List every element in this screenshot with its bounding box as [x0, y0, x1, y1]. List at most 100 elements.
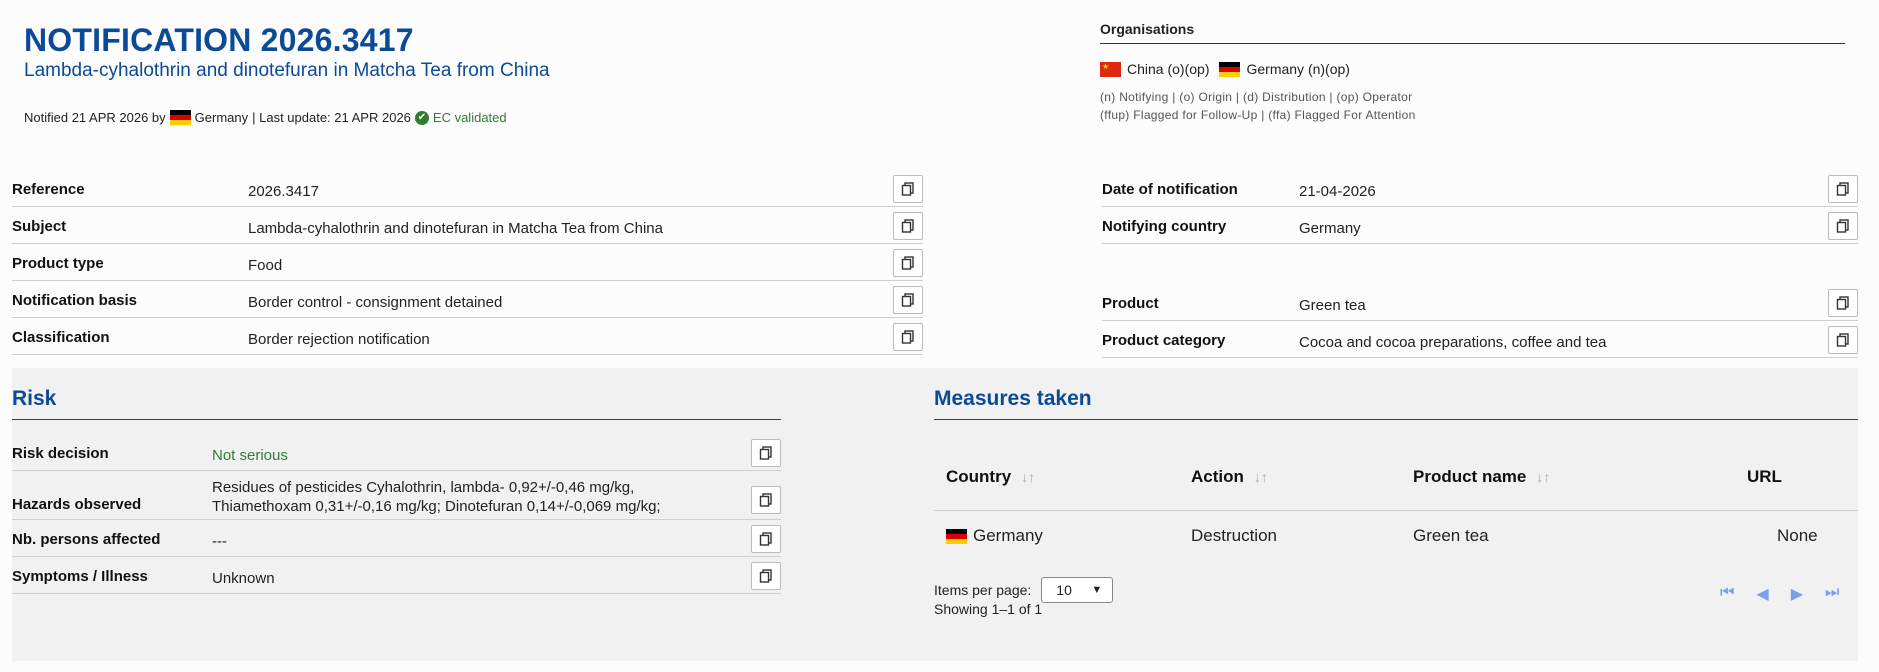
table-header-divider	[934, 510, 1858, 511]
first-page-icon[interactable]: ⏮	[1720, 584, 1734, 604]
column-header-action[interactable]: Action ↓↑	[1191, 467, 1268, 487]
copy-button[interactable]	[751, 486, 781, 514]
copy-icon	[1836, 333, 1849, 347]
copy-icon	[901, 330, 914, 344]
risk-value-line1: Residues of pesticides Cyhalothrin, lamb…	[212, 479, 635, 496]
column-header-country[interactable]: Country ↓↑	[946, 467, 1035, 487]
sort-icon: ↓↑	[1536, 469, 1551, 485]
copy-button[interactable]	[893, 286, 923, 314]
organisations-list: China (o)(op) Germany (n)(op)	[1100, 61, 1350, 77]
measures-section-title: Measures taken	[934, 387, 1858, 420]
copy-button[interactable]	[751, 562, 781, 590]
ec-validated-badge: ✔ EC validated	[414, 110, 507, 125]
risk-row-persons-affected: Nb. persons affected ---	[12, 520, 781, 557]
detail-value: Lambda-cyhalothrin and dinotefuran in Ma…	[248, 220, 663, 237]
detail-label: Subject	[12, 218, 67, 235]
risk-row-decision: Risk decision Not serious	[12, 434, 781, 471]
previous-page-icon[interactable]: ◀	[1756, 584, 1768, 604]
page-subtitle: Lambda-cyhalothrin and dinotefuran in Ma…	[24, 60, 550, 81]
detail-label: Notifying country	[1102, 218, 1227, 235]
detail-value: Border control - consignment detained	[248, 294, 503, 311]
copy-icon	[1836, 296, 1849, 310]
copy-button[interactable]	[893, 249, 923, 277]
copy-button[interactable]	[1828, 326, 1858, 354]
detail-value: Food	[248, 257, 283, 274]
notified-text: Notified 21 APR 2026 by	[24, 110, 166, 125]
risk-value: ---	[212, 533, 227, 550]
flag-china-icon	[1100, 61, 1121, 77]
table-cell-url: None	[1777, 526, 1818, 545]
copy-icon	[759, 493, 772, 507]
items-per-page-value: 10	[1056, 582, 1072, 598]
column-header-product-name[interactable]: Product name ↓↑	[1413, 467, 1550, 487]
column-header-label: Product name	[1413, 467, 1527, 486]
flag-germany-icon	[1219, 61, 1241, 77]
detail-value: Cocoa and cocoa preparations, coffee and…	[1299, 334, 1607, 351]
risk-value: Not serious	[212, 447, 288, 464]
detail-value: 2026.3417	[248, 183, 319, 200]
chevron-down-icon: ▼	[1091, 584, 1103, 596]
detail-label: Product type	[12, 255, 104, 272]
next-page-icon[interactable]: ▶	[1791, 584, 1803, 604]
table-cell-country: Germany	[946, 526, 1043, 546]
organisation-china: China (o)(op)	[1127, 61, 1210, 77]
pagination-controls: ⏮ ◀ ▶ ⏭	[1720, 584, 1839, 604]
detail-label: Reference	[12, 181, 85, 198]
risk-value: Unknown	[212, 570, 275, 587]
copy-icon	[901, 293, 914, 307]
detail-label: Product	[1102, 295, 1159, 312]
copy-button[interactable]	[893, 212, 923, 240]
last-page-icon[interactable]: ⏭	[1825, 584, 1839, 604]
page-title: NOTIFICATION 2026.3417	[24, 22, 414, 58]
copy-button[interactable]	[1828, 212, 1858, 240]
risk-label: Symptoms / Illness	[12, 568, 148, 585]
items-per-page: Items per page: 10 ▼	[934, 577, 1114, 603]
column-header-label: Action	[1191, 467, 1244, 486]
sort-icon: ↓↑	[1253, 469, 1268, 485]
copy-button[interactable]	[1828, 175, 1858, 203]
copy-icon	[759, 532, 772, 546]
detail-row-date-of-notification: Date of notification 21-04-2026	[1102, 170, 1858, 207]
copy-button[interactable]	[893, 323, 923, 351]
copy-button[interactable]	[1828, 289, 1858, 317]
risk-label: Hazards observed	[12, 496, 142, 513]
risk-row-hazards: Hazards observed Residues of pesticides …	[12, 471, 781, 520]
detail-value: 21-04-2026	[1299, 183, 1376, 200]
detail-value: Germany	[1299, 220, 1361, 237]
organisations-legend-roles: (n) Notifying | (o) Origin | (d) Distrib…	[1100, 90, 1413, 104]
table-cell-product-name: Green tea	[1413, 526, 1489, 545]
detail-row-product-type: Product type Food	[12, 244, 923, 281]
copy-button[interactable]	[751, 439, 781, 467]
column-header-label: Country	[946, 467, 1012, 486]
detail-label: Notification basis	[12, 292, 138, 309]
risk-label: Nb. persons affected	[12, 531, 161, 548]
copy-button[interactable]	[893, 175, 923, 203]
pagination-summary: Showing 1–1 of 1	[934, 601, 1043, 617]
flag-germany-icon	[169, 110, 191, 125]
risk-value-line2: Thiamethoxam 0,31+/-0,16 mg/kg; Dinotefu…	[212, 498, 661, 515]
detail-label: Product category	[1102, 332, 1226, 349]
items-per-page-select[interactable]: 10 ▼	[1041, 577, 1114, 603]
table-cell-action: Destruction	[1191, 526, 1277, 545]
organisations-title: Organisations	[1100, 21, 1845, 44]
detail-row-product-category: Product category Cocoa and cocoa prepara…	[1102, 321, 1858, 358]
copy-icon	[1836, 182, 1849, 196]
detail-row-classification: Classification Border rejection notifica…	[12, 318, 923, 355]
column-header-label: URL	[1747, 467, 1782, 486]
check-circle-icon: ✔	[414, 110, 429, 125]
detail-row-reference: Reference 2026.3417	[12, 170, 923, 207]
detail-row-product: Product Green tea	[1102, 284, 1858, 321]
notified-country: Germany	[194, 110, 249, 125]
copy-button[interactable]	[751, 525, 781, 553]
cell-value: Germany	[973, 526, 1043, 545]
flag-germany-icon	[946, 528, 967, 544]
detail-label: Classification	[12, 329, 110, 346]
copy-icon	[759, 446, 772, 460]
organisation-germany: Germany (n)(op)	[1246, 61, 1350, 77]
detail-label: Date of notification	[1102, 181, 1238, 198]
risk-label: Risk decision	[12, 445, 109, 462]
detail-row-notifying-country: Notifying country Germany	[1102, 207, 1858, 244]
detail-value: Green tea	[1299, 297, 1366, 314]
copy-icon	[901, 182, 914, 196]
organisations-legend-flags: (ffup) Flagged for Follow-Up | (ffa) Fla…	[1100, 108, 1416, 122]
